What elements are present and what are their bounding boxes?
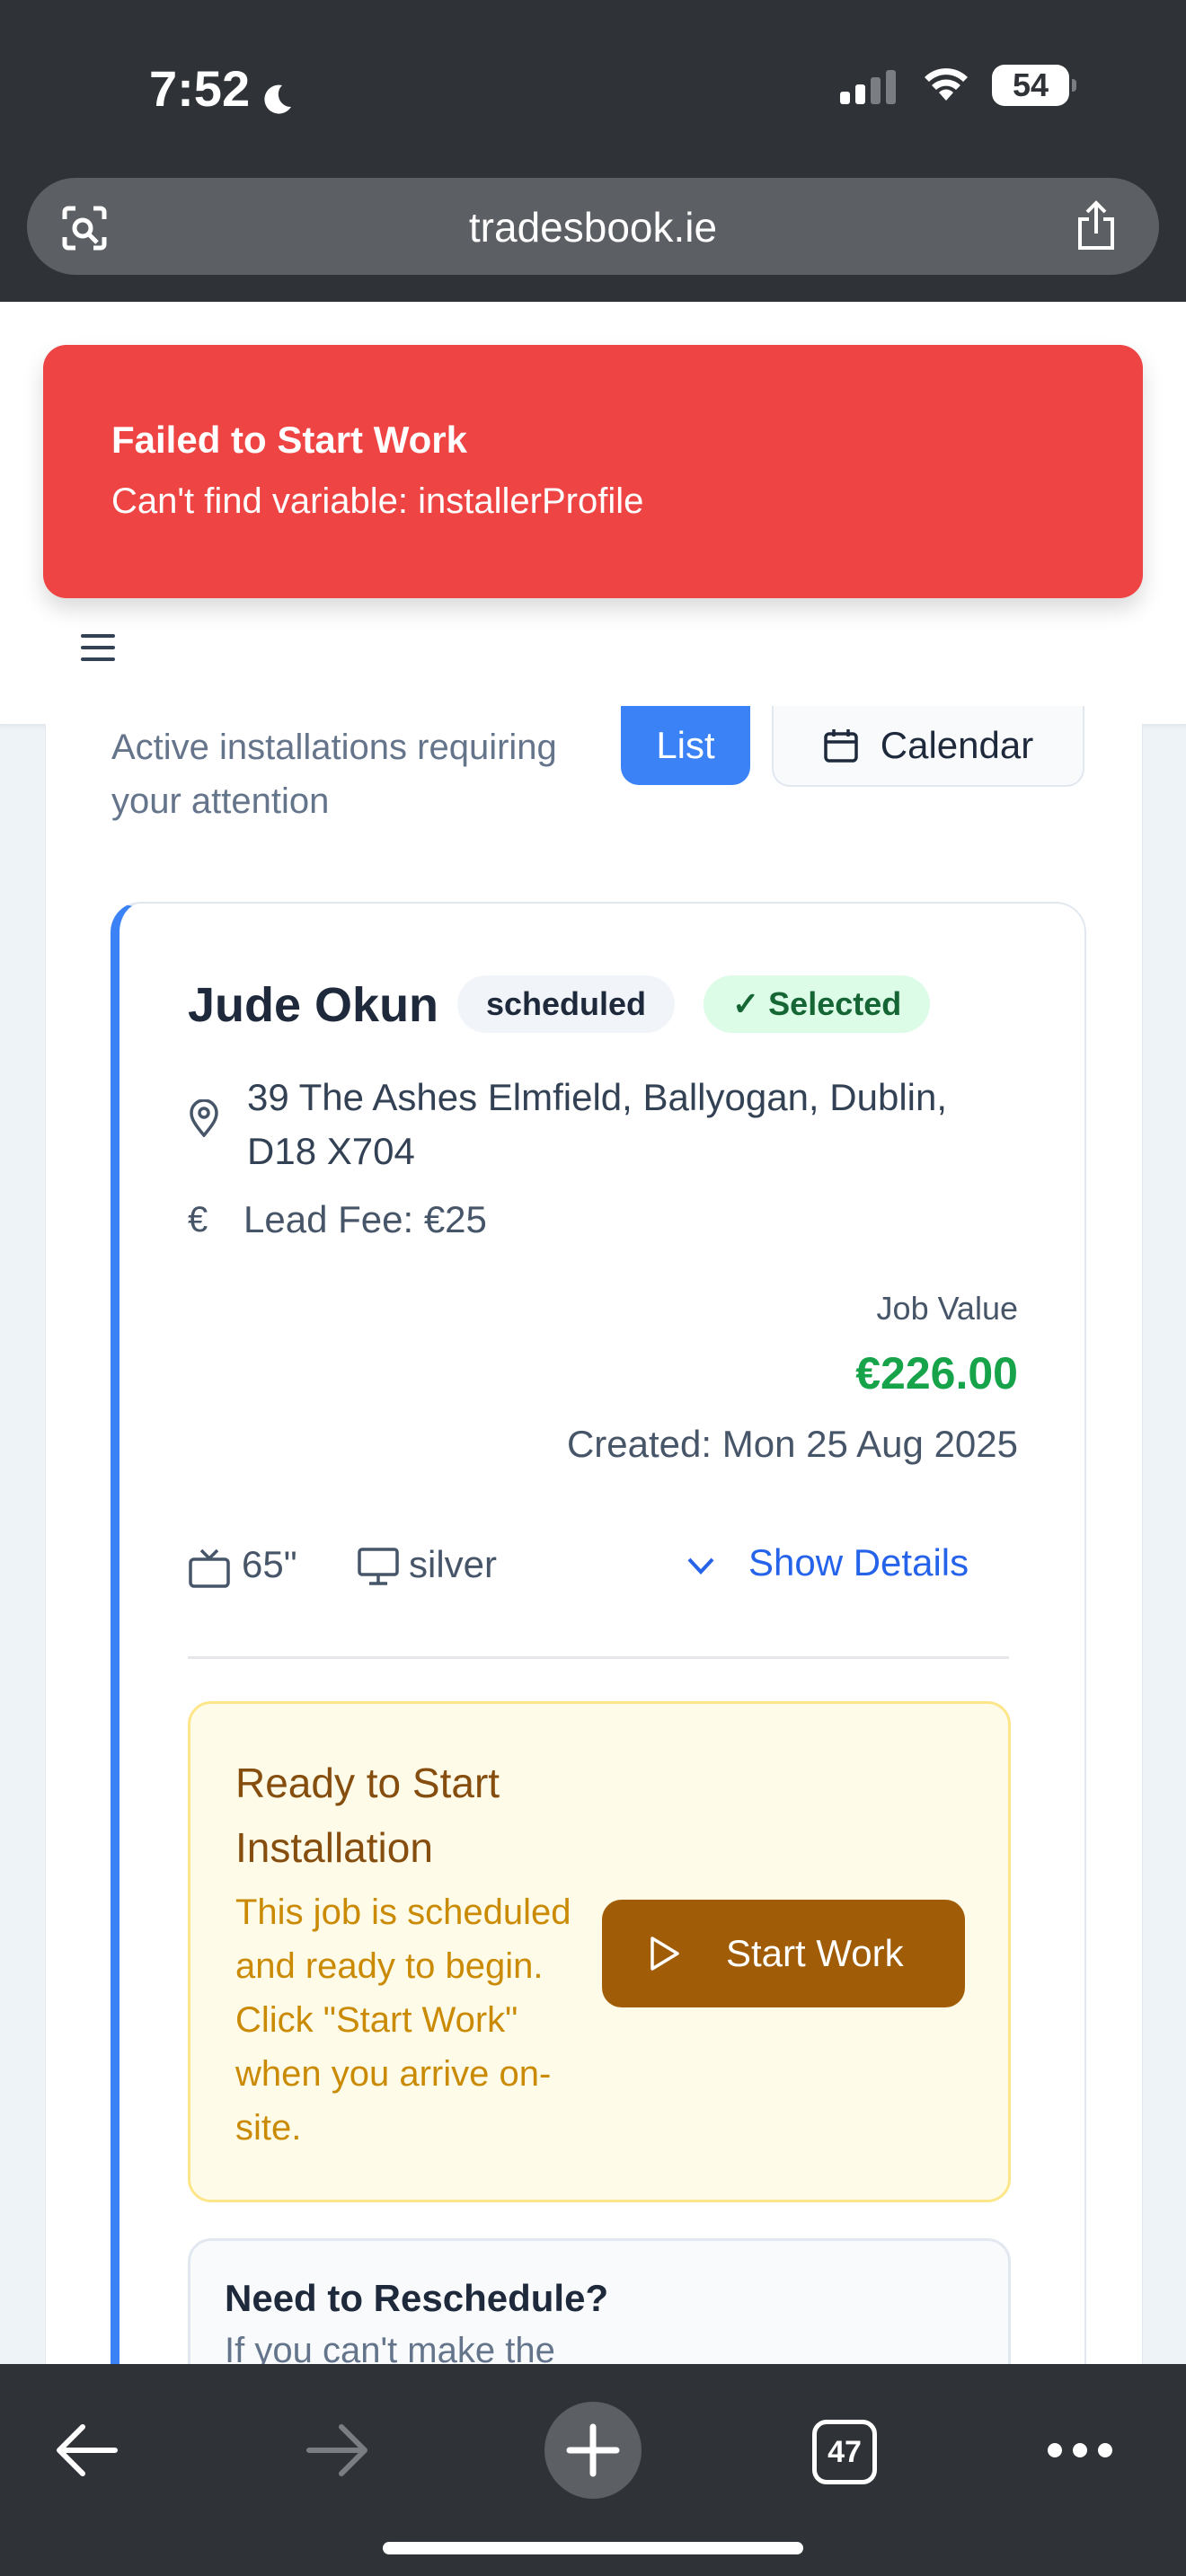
wifi-icon xyxy=(925,68,968,101)
chevron-down-icon[interactable] xyxy=(686,1556,716,1577)
cellular-signal-icon xyxy=(840,65,896,104)
share-icon[interactable] xyxy=(1073,199,1120,253)
url-text[interactable]: tradesbook.ie xyxy=(27,203,1159,251)
tabs-button[interactable]: 47 xyxy=(812,2420,877,2484)
check-icon: ✓ xyxy=(732,985,760,1022)
browser-top-chrome: 7:52 54 tradesbook.ie xyxy=(0,0,1186,302)
toast-message: Can't find variable: installerProfile xyxy=(111,481,644,521)
lead-fee: Lead Fee: €25 xyxy=(243,1198,487,1240)
reschedule-title: Need to Reschedule? xyxy=(225,2277,609,2319)
job-card[interactable]: Jude Okun scheduled ✓ Selected 39 The As… xyxy=(111,902,1086,2364)
show-details-button[interactable]: Show Details xyxy=(748,1541,969,1584)
hamburger-menu-icon[interactable] xyxy=(81,634,115,661)
selected-badge: ✓ Selected xyxy=(704,975,931,1033)
customer-name: Jude Okun xyxy=(188,978,439,1032)
forward-arrow-icon[interactable] xyxy=(304,2418,372,2483)
monitor-icon xyxy=(358,1548,399,1585)
battery-level: 54 xyxy=(1012,66,1049,103)
ready-title: Ready to Start Installation xyxy=(235,1760,500,1871)
moon-icon xyxy=(259,71,295,114)
calendar-view-button[interactable]: Calendar xyxy=(772,706,1084,787)
back-arrow-icon[interactable] xyxy=(52,2418,120,2483)
status-time: 7:52 xyxy=(149,59,295,118)
new-tab-button[interactable] xyxy=(544,2402,642,2499)
page-subtitle: Active installations requiring your atte… xyxy=(111,728,557,821)
error-toast[interactable]: Failed to Start Work Can't find variable… xyxy=(43,345,1143,598)
more-options-icon[interactable] xyxy=(1048,2443,1112,2461)
tv-size: 65" xyxy=(242,1543,297,1585)
toast-title: Failed to Start Work xyxy=(111,419,467,461)
created-date: Created: Mon 25 Aug 2025 xyxy=(566,1423,1018,1465)
home-indicator xyxy=(383,2542,803,2554)
tv-color: silver xyxy=(409,1543,498,1585)
plus-icon xyxy=(566,2423,620,2477)
location-pin-icon xyxy=(190,1099,218,1137)
tv-icon xyxy=(189,1548,230,1588)
clock-text: 7:52 xyxy=(149,60,251,117)
ready-description: This job is scheduled and ready to begin… xyxy=(235,1892,571,2148)
job-value-label: Job Value xyxy=(876,1290,1018,1327)
status-badge: scheduled xyxy=(457,975,676,1033)
selected-label: Selected xyxy=(768,985,902,1022)
installations-panel: Active installations requiring your atte… xyxy=(45,706,1143,2364)
job-address: 39 The Ashes Elmfield, Ballyogan, Dublin… xyxy=(247,1076,948,1172)
tab-count: 47 xyxy=(828,2434,862,2469)
battery-indicator: 54 xyxy=(992,65,1076,106)
start-work-label: Start Work xyxy=(726,1932,904,1974)
browser-bottom-toolbar: 47 xyxy=(0,2364,1186,2576)
play-icon xyxy=(651,1936,679,1971)
calendar-icon xyxy=(824,729,858,763)
card-divider xyxy=(188,1656,1009,1659)
ready-to-start-panel: Ready to Start Installation This job is … xyxy=(188,1701,1011,2202)
list-view-button[interactable]: List xyxy=(621,706,750,785)
start-work-button[interactable]: Start Work xyxy=(602,1900,965,2007)
job-value: €226.00 xyxy=(855,1348,1018,1398)
web-page: Active installations requiring your atte… xyxy=(0,302,1186,2364)
reschedule-text: If you can't make the xyxy=(225,2331,555,2364)
euro-icon: € xyxy=(188,1200,208,1239)
address-bar[interactable]: tradesbook.ie xyxy=(27,178,1159,275)
calendar-label: Calendar xyxy=(880,724,1034,766)
reschedule-panel: Need to Reschedule? If you can't make th… xyxy=(188,2238,1011,2364)
